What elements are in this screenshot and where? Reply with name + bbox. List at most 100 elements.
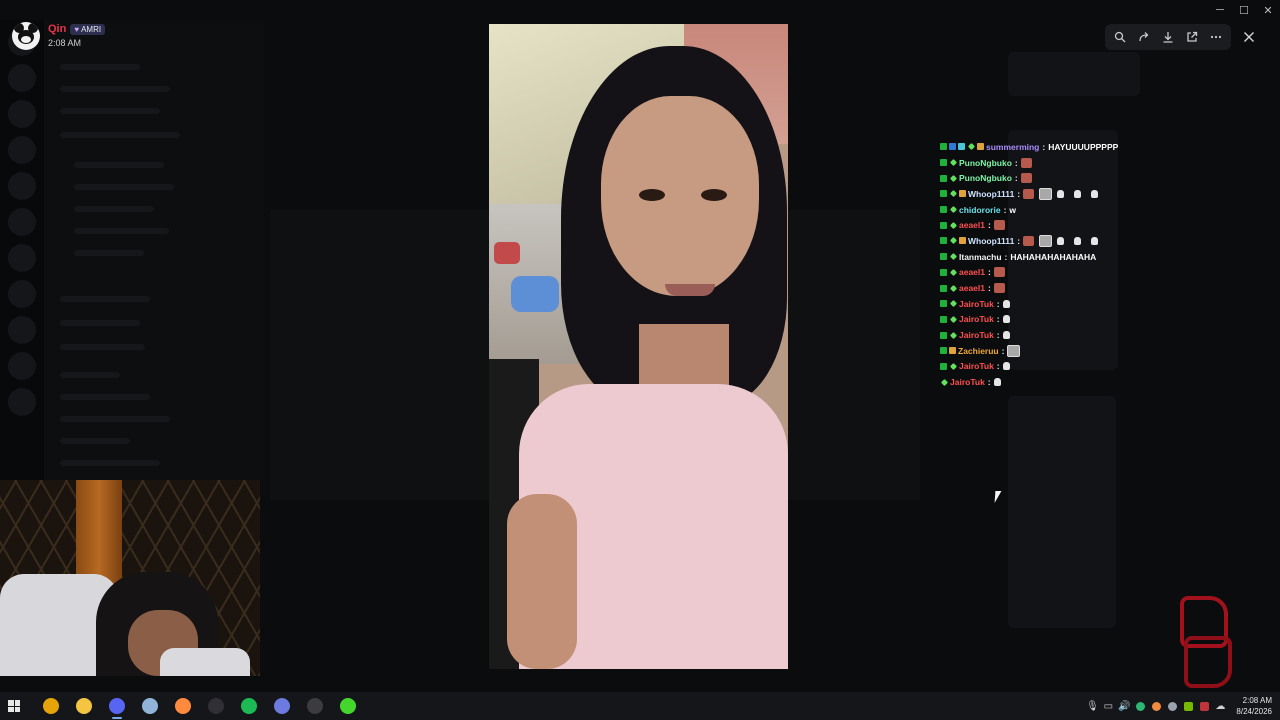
hand-emote-icon [1002,331,1010,340]
chat-username[interactable]: PunoNgbuko [959,173,1012,183]
chat-username[interactable]: summerming [986,142,1039,152]
chat-message: Whoop1111: [940,233,1140,249]
chat-message-text: w [1009,204,1017,215]
mod-badge-icon [940,268,947,276]
mod-badge-icon [940,190,947,198]
close-icon[interactable] [1238,26,1260,48]
viewer-toolbar [1105,24,1231,50]
chat-username[interactable]: JairoTuk [959,361,994,371]
taskbar-firefox[interactable] [166,692,199,720]
server-rail [0,20,44,480]
taskbar-settings[interactable] [265,692,298,720]
open-external-icon[interactable] [1181,26,1203,48]
chat-message: JairoTuk: [940,327,1140,343]
chat-message-text: HAHAHAHAHAHAHA [1010,251,1097,262]
download-icon[interactable] [1157,26,1179,48]
red-emote-icon [1023,188,1035,199]
cloud-icon[interactable]: ☁ [1214,700,1226,712]
nvidia-icon[interactable] [1182,700,1194,712]
chat-username[interactable]: Whoop1111 [968,189,1014,199]
chat-username[interactable]: JairoTuk [959,299,994,309]
security-icon[interactable] [1134,700,1146,712]
chat-separator: : [1003,204,1007,215]
more-icon[interactable] [1205,26,1227,48]
taskbar-mouse-app[interactable] [298,692,331,720]
zoom-icon[interactable] [1109,26,1131,48]
media-viewer-image[interactable] [489,24,788,669]
mod-badge-icon [940,159,947,167]
taskbar-file-explorer[interactable] [67,692,100,720]
vip-badge-icon [959,237,966,245]
hand-emote-icon [1002,315,1010,324]
author-name[interactable]: Qin [48,23,66,35]
taskbar-clock[interactable]: 2:08 AM 8/24/2026 [1236,695,1272,717]
start-button[interactable] [0,692,28,720]
chat-username[interactable]: Zachieruu [958,346,999,356]
firefox-icon [174,698,191,714]
taskbar-spotify[interactable] [232,692,265,720]
role-badge: ♥ AMRI [70,23,106,35]
chat-separator: : [1014,157,1018,168]
chat-separator: : [996,330,1000,341]
clock-time: 2:08 AM [1242,696,1272,705]
taskbar-chrome[interactable] [34,692,67,720]
chat-username[interactable]: JairoTuk [959,330,994,340]
mod-badge-icon [940,284,947,292]
cyan-badge-icon [958,143,965,151]
chat-username[interactable]: aeael1 [959,267,985,277]
sub-badge-icon [949,253,958,261]
chat-message: PunoNgbuko: [940,155,1140,171]
message-author: Qin ♥ AMRI 2:08 AM [12,22,106,50]
notepad-icon [141,698,158,714]
chat-username[interactable]: aeael1 [959,283,985,293]
channel-logo [1172,596,1234,688]
hand-emote-icon [993,378,1001,387]
file-explorer-icon [75,698,92,714]
chat-separator: : [988,283,991,294]
streamer-webcam [0,480,260,676]
clock-date: 8/24/2026 [1236,707,1272,716]
app-tray-icon[interactable] [1150,700,1162,712]
channel-list [44,20,264,480]
minimize-button[interactable]: ─ [1208,0,1232,20]
mod-badge-icon [940,174,947,182]
forward-icon[interactable] [1133,26,1155,48]
chat-username[interactable]: Whoop1111 [968,236,1014,246]
red-emote-icon [993,283,1005,294]
sub-badge-icon [949,331,958,339]
chat-username[interactable]: JairoTuk [950,377,985,387]
message-timestamp: 2:08 AM [48,38,82,48]
taskbar-razer[interactable] [331,692,364,720]
chrome-icon [42,698,59,714]
maximize-button[interactable]: ☐ [1232,0,1256,20]
chat-message: chidororie: w [940,202,1140,218]
chat-username[interactable]: PunoNgbuko [959,158,1012,168]
mod-badge-icon [940,347,947,355]
app-tray-icon-2[interactable] [1198,700,1210,712]
microphone-icon[interactable]: 🎙 [1086,700,1099,712]
chat-username[interactable]: JairoTuk [959,314,994,324]
steam-icon[interactable] [1166,700,1178,712]
chat-username[interactable]: Itanmachu [959,252,1002,262]
razer-icon [339,698,356,714]
mod-badge-icon [940,331,947,339]
sub-badge-icon [949,268,958,276]
chat-separator: : [988,220,991,231]
hand-emote-icon [1002,362,1010,371]
taskbar-obs[interactable] [199,692,232,720]
hand-emote-icon [1091,236,1099,245]
heart-icon: ♥ [74,24,80,34]
hand-emote-icon [1074,189,1082,198]
taskbar-discord[interactable] [100,692,133,720]
chat-username[interactable]: chidororie [959,205,1001,215]
avatar[interactable] [12,22,40,50]
chat-username[interactable]: aeael1 [959,220,985,230]
volume-icon[interactable]: 🔊 [1118,700,1130,712]
chat-message: Zachieruu: [940,343,1140,359]
taskbar-notepad[interactable] [133,692,166,720]
window-close-button[interactable]: ✕ [1256,0,1280,20]
network-icon[interactable]: ▭ [1102,700,1114,712]
chat-message: JairoTuk: [940,374,1140,390]
sub-badge-icon [949,158,958,167]
red-emote-icon [993,267,1005,278]
